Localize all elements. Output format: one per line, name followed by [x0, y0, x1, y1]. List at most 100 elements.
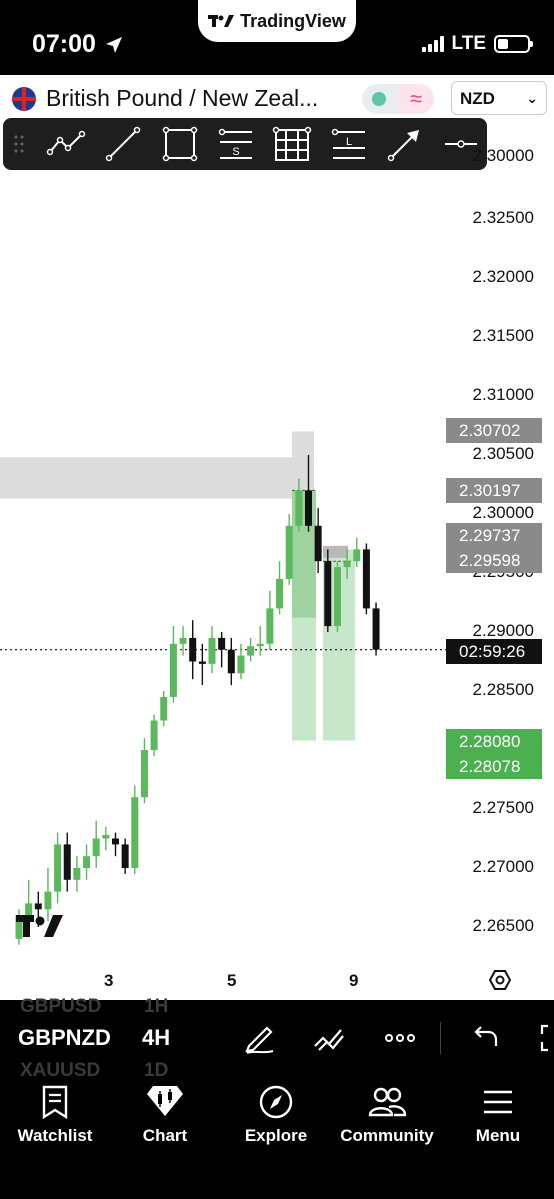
symbol-interval-bar: GBPUSD 1H GBPNZD 4H XAUUSD 1D [0, 996, 554, 1081]
price-axis-label: 2.27500 [472, 798, 534, 817]
candle-body [102, 834, 110, 839]
divider [440, 1022, 441, 1054]
price-axis-label: 2.32000 [472, 267, 534, 286]
chart-settings-icon[interactable] [488, 968, 512, 992]
svg-text:L: L [346, 136, 352, 148]
tab-chart[interactable]: Chart [110, 1084, 220, 1146]
candle-body [227, 649, 235, 674]
watchlist-icon [42, 1085, 68, 1120]
tab-label: Watchlist [17, 1126, 93, 1145]
wave-icon: ≈ [398, 84, 434, 114]
ghost-symbol-above: GBPUSD [20, 996, 102, 1017]
candle-body [372, 608, 380, 650]
candle-body [343, 561, 351, 568]
tab-label: Explore [244, 1126, 308, 1145]
screen: 07:00 TradingView LTE British Pound / Ne… [0, 0, 554, 1199]
supply-zone [0, 457, 314, 499]
price-tag-gray: 2.30702 [446, 418, 542, 443]
candle-body [305, 490, 312, 526]
clock: 07:00 [32, 30, 124, 59]
tradingview-watermark-icon [16, 915, 63, 937]
arrow-tool-icon[interactable] [385, 124, 425, 164]
candle-body [169, 643, 177, 697]
svg-text:S: S [232, 146, 239, 158]
bar-countdown-tag: 02:59:26 [446, 639, 542, 664]
chart-area[interactable]: British Pound / New Zeal... ≈ NZD ⌄ S L … [0, 75, 554, 1000]
tab-community[interactable]: Community [332, 1084, 442, 1146]
candle-body [34, 903, 42, 910]
price-axis-label: 2.32500 [472, 208, 534, 227]
price-tag-gray: 2.30197 [446, 478, 542, 503]
price-axis-label: 2.26500 [472, 916, 534, 935]
clock-time: 07:00 [32, 30, 96, 58]
short-position-tool-icon[interactable]: S [216, 124, 256, 164]
more-icon[interactable] [382, 1020, 418, 1056]
price-axis-label: 2.31000 [472, 385, 534, 404]
price-tag-gray: 2.29737 [446, 523, 542, 548]
currency-select[interactable]: NZD ⌄ [451, 81, 547, 115]
candle-body [324, 561, 332, 627]
grid-tool-icon[interactable] [272, 124, 312, 164]
position-zone [292, 617, 316, 741]
symbol-title[interactable]: British Pound / New Zeal... [46, 85, 318, 112]
signal-icon [421, 36, 444, 52]
trend-line-tool-icon[interactable] [103, 124, 143, 164]
tab-watchlist[interactable]: Watchlist [0, 1084, 110, 1146]
tradingview-logo-icon [208, 15, 235, 27]
candle-body [353, 549, 361, 562]
long-position-tool-icon[interactable]: L [329, 124, 369, 164]
candle-body [150, 720, 158, 750]
bottom-tab-bar: Watchlist Chart Explore Community Menu [0, 1080, 554, 1199]
symbol-picker[interactable]: GBPNZD [18, 1025, 111, 1051]
candle-body [83, 856, 91, 868]
price-axis-label: 2.28500 [472, 680, 534, 699]
candle-body [237, 655, 245, 674]
price-tag-gray: 2.29598 [446, 548, 542, 573]
candle-body [266, 608, 274, 644]
tab-label: Community [340, 1126, 434, 1145]
market-status-pill[interactable]: ≈ [362, 84, 434, 114]
menu-icon [484, 1090, 512, 1114]
entry-marker [323, 545, 348, 558]
drag-handle-icon[interactable] [13, 134, 25, 154]
interval-picker[interactable]: 4H [142, 1025, 170, 1051]
pen-icon[interactable] [241, 1020, 277, 1056]
candle-body [218, 637, 226, 650]
candle-body [121, 844, 129, 868]
price-axis-label: 2.29000 [472, 621, 534, 640]
status-right: LTE [421, 33, 533, 55]
candle-body [333, 567, 341, 627]
price-axis-label: 2.31500 [472, 326, 534, 345]
tab-menu[interactable]: Menu [443, 1084, 553, 1146]
ghost-interval-below: 1D [144, 1060, 169, 1081]
drawings-icon[interactable] [311, 1020, 347, 1056]
candle-body [112, 838, 119, 845]
candle-body [63, 844, 71, 880]
candle-body [54, 844, 62, 892]
price-axis-label: 2.27000 [472, 857, 534, 876]
candle-body [295, 490, 303, 526]
undo-icon[interactable] [466, 1020, 502, 1056]
chevron-down-icon: ⌄ [526, 90, 538, 106]
tradingview-label: TradingView [240, 10, 346, 31]
fullscreen-icon[interactable] [534, 1020, 554, 1056]
tradingview-pill[interactable]: TradingView [198, 0, 356, 42]
gbp-flag-icon [12, 87, 36, 111]
tab-explore[interactable]: Explore [221, 1084, 331, 1146]
community-icon [368, 1087, 407, 1117]
candle-body [285, 525, 293, 579]
rectangle-tool-icon[interactable] [160, 124, 200, 164]
candle-body [44, 891, 52, 910]
symbol-bar: British Pound / New Zeal... ≈ NZD ⌄ [0, 75, 554, 119]
polyline-tool-icon[interactable] [46, 124, 86, 164]
ghost-symbol-below: XAUUSD [20, 1060, 101, 1081]
candle-body [256, 643, 264, 647]
tab-label: Menu [475, 1126, 521, 1145]
price-axis-label: 2.30000 [472, 146, 534, 165]
compass-icon [259, 1085, 293, 1119]
network-label: LTE [451, 33, 486, 54]
price-tag-green: 2.28078 [446, 754, 542, 779]
date-label: 9 [349, 971, 359, 990]
candle-body [314, 525, 322, 562]
currency-value: NZD [460, 89, 495, 108]
